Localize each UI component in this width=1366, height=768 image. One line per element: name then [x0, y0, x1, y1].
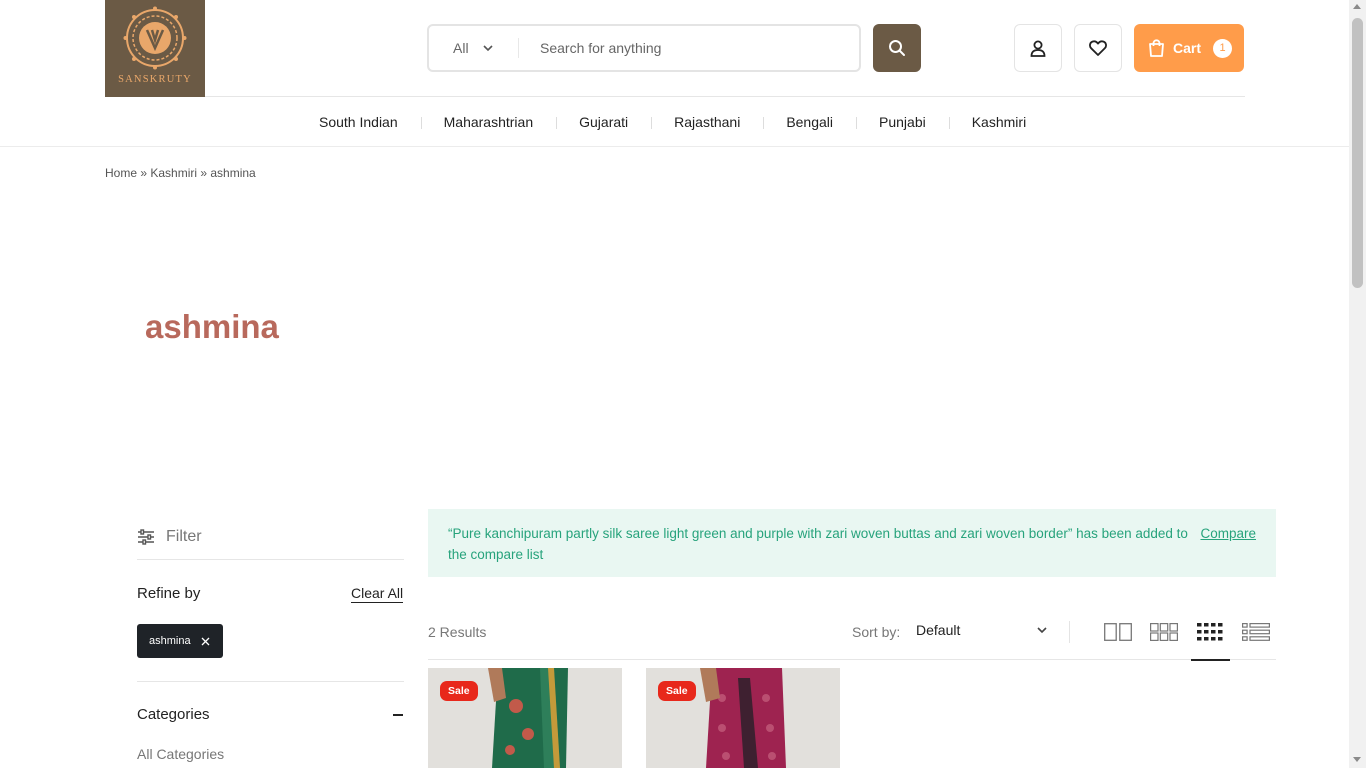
- toolbar-divider: [428, 659, 1276, 660]
- page-title: ashmina: [145, 308, 279, 345]
- close-icon[interactable]: [201, 637, 210, 646]
- categories-heading[interactable]: Categories: [137, 706, 210, 723]
- sliders-icon: [138, 529, 154, 545]
- product-card[interactable]: Sale: [428, 668, 622, 768]
- view-2-columns-button[interactable]: [1104, 621, 1132, 643]
- cart-count-badge: 1: [1213, 38, 1233, 58]
- nav-item-punjabi[interactable]: Punjabi: [856, 114, 949, 130]
- active-filter-chip[interactable]: ashmina: [137, 624, 223, 658]
- cart-button[interactable]: Cart 1: [1134, 24, 1244, 72]
- cart-label: Cart: [1173, 40, 1202, 56]
- product-card[interactable]: Sale: [646, 668, 840, 768]
- view-list-button[interactable]: [1242, 621, 1270, 643]
- search-bar: All: [427, 24, 861, 72]
- view-4-columns-button[interactable]: [1196, 621, 1224, 643]
- scroll-up-arrow-icon[interactable]: [1353, 4, 1361, 9]
- sidebar-divider: [137, 681, 404, 682]
- clear-all-link[interactable]: Clear All: [351, 585, 404, 603]
- main-nav: South Indian Maharashtrian Gujarati Raja…: [296, 106, 1049, 138]
- wishlist-button[interactable]: [1074, 24, 1122, 72]
- active-filter-label: ashmina: [149, 635, 191, 647]
- view-3-columns-button[interactable]: [1150, 621, 1178, 643]
- compare-notice: Compare “Pure kanchipuram partly silk sa…: [428, 509, 1276, 577]
- header-divider: [205, 96, 1245, 97]
- search-input[interactable]: [519, 26, 859, 70]
- nav-item-maharashtrian[interactable]: Maharashtrian: [420, 114, 557, 130]
- sale-badge: Sale: [440, 681, 478, 701]
- nav-item-bengali[interactable]: Bengali: [763, 114, 856, 130]
- all-categories-link[interactable]: All Categories: [137, 746, 224, 762]
- breadcrumb[interactable]: Home » Kashmiri » ashmina: [105, 166, 256, 180]
- refine-by-heading: Refine by: [137, 585, 201, 602]
- nav-item-kashmiri[interactable]: Kashmiri: [948, 114, 1049, 130]
- results-count: 2 Results: [428, 624, 487, 640]
- nav-item-rajasthani[interactable]: Rajasthani: [651, 114, 763, 130]
- shopping-bag-icon: [1149, 39, 1164, 57]
- list-icon: [1242, 623, 1270, 641]
- filter-toggle[interactable]: Filter: [137, 526, 404, 560]
- collapse-minus-icon[interactable]: [393, 714, 403, 716]
- filter-label: Filter: [166, 528, 202, 545]
- sale-badge: Sale: [658, 681, 696, 701]
- search-category-select[interactable]: All: [429, 38, 519, 58]
- grid-3-icon: [1150, 623, 1178, 641]
- nav-item-south-indian[interactable]: South Indian: [296, 114, 421, 130]
- logo-text: SANSKRUTY: [118, 74, 192, 85]
- search-category-value: All: [453, 40, 469, 56]
- user-icon: [1030, 40, 1046, 57]
- active-view-indicator: [1191, 659, 1230, 661]
- sort-value: Default: [916, 622, 961, 638]
- sort-select[interactable]: Default: [916, 622, 1047, 638]
- chevron-down-icon: [1037, 626, 1047, 633]
- logo-emblem-icon: [123, 6, 187, 70]
- account-button[interactable]: [1014, 24, 1062, 72]
- page: SANSKRUTY All Cart 1 South Indian Mahara…: [0, 0, 1366, 768]
- toolbar-separator: [1069, 621, 1070, 643]
- sort-label: Sort by:: [852, 624, 901, 640]
- compare-notice-message: “Pure kanchipuram partly silk saree ligh…: [448, 526, 1188, 562]
- compare-link[interactable]: Compare: [1200, 523, 1256, 544]
- chevron-down-icon: [482, 44, 493, 51]
- grid-2-icon: [1104, 623, 1132, 641]
- scroll-down-arrow-icon[interactable]: [1353, 757, 1361, 762]
- search-button[interactable]: [873, 24, 921, 72]
- search-icon: [889, 40, 905, 56]
- nav-item-gujarati[interactable]: Gujarati: [556, 114, 651, 130]
- heart-icon: [1089, 40, 1107, 56]
- scrollbar-thumb[interactable]: [1352, 18, 1363, 288]
- grid-4-icon: [1197, 623, 1223, 641]
- nav-divider: [0, 146, 1366, 147]
- site-logo[interactable]: SANSKRUTY: [105, 0, 205, 97]
